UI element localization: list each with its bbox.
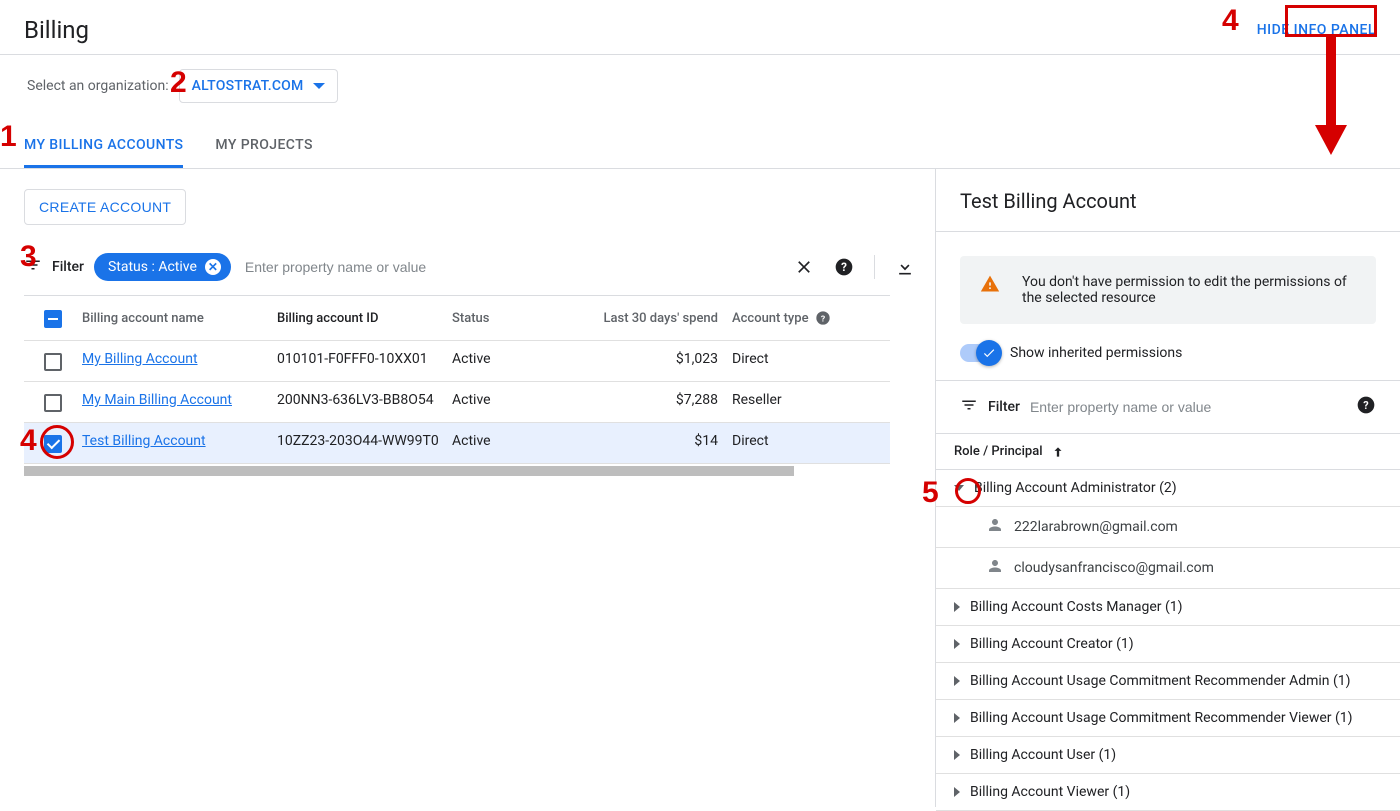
chevron-down-icon — [954, 485, 964, 491]
help-icon[interactable]: ? — [815, 310, 831, 326]
billing-accounts-table: Billing account name Billing account ID … — [24, 295, 890, 464]
account-spend: $1,023 — [582, 351, 732, 367]
col-spend[interactable]: Last 30 days' spend — [582, 311, 732, 326]
account-link[interactable]: My Main Billing Account — [82, 392, 232, 408]
sort-up-icon — [1051, 445, 1065, 459]
filter-chip-text: Status : Active — [108, 259, 197, 275]
row-checkbox[interactable] — [44, 394, 62, 412]
select-all-checkbox[interactable] — [44, 310, 62, 328]
tab-my-projects[interactable]: MY PROJECTS — [215, 127, 312, 168]
role-row[interactable]: Billing Account Creator (1) — [936, 626, 1400, 663]
role-label: Billing Account Administrator (2) — [974, 480, 1177, 496]
info-panel-title: Test Billing Account — [936, 169, 1400, 232]
account-type: Direct — [732, 351, 842, 367]
chevron-right-icon — [954, 676, 960, 686]
col-id[interactable]: Billing account ID — [277, 311, 452, 326]
role-filter-input[interactable] — [1030, 399, 1346, 415]
account-type: Direct — [732, 433, 842, 449]
role-label: Billing Account Costs Manager (1) — [970, 599, 1183, 615]
account-status: Active — [452, 433, 582, 449]
chevron-right-icon — [954, 750, 960, 760]
account-link[interactable]: Test Billing Account — [82, 433, 206, 449]
principal-email: 222larabrown@gmail.com — [1014, 519, 1178, 535]
role-label: Billing Account Viewer (1) — [970, 784, 1130, 800]
help-icon[interactable]: ? — [1356, 395, 1376, 419]
tab-my-billing-accounts[interactable]: MY BILLING ACCOUNTS — [24, 127, 183, 168]
role-label: Billing Account Usage Commitment Recomme… — [970, 673, 1351, 689]
role-row[interactable]: Billing Account Usage Commitment Recomme… — [936, 663, 1400, 700]
person-icon — [986, 516, 1004, 538]
role-row[interactable]: Billing Account User (1) — [936, 737, 1400, 774]
chip-remove-icon[interactable]: ✕ — [205, 259, 221, 275]
table-header: Billing account name Billing account ID … — [24, 296, 890, 341]
role-label: Billing Account User (1) — [970, 747, 1116, 763]
role-row[interactable]: Billing Account Administrator (2) — [936, 470, 1400, 507]
filter-label: Filter — [988, 399, 1020, 415]
row-checkbox[interactable] — [44, 435, 62, 453]
account-spend: $7,288 — [582, 392, 732, 408]
role-label: Billing Account Usage Commitment Recomme… — [970, 710, 1353, 726]
table-row: My Billing Account 010101-F0FFF0-10XX01 … — [24, 341, 890, 382]
org-select-value: ALTOSTRAT.COM — [192, 78, 304, 94]
col-status[interactable]: Status — [452, 311, 582, 326]
org-label: Select an organization: — [27, 78, 169, 94]
horizontal-scrollbar[interactable] — [24, 466, 794, 476]
show-inherited-toggle[interactable] — [960, 344, 998, 362]
org-select[interactable]: ALTOSTRAT.COM — [179, 69, 339, 103]
account-link[interactable]: My Billing Account — [82, 351, 198, 367]
filter-icon — [24, 256, 42, 278]
chevron-right-icon — [954, 602, 960, 612]
filter-icon — [960, 396, 978, 418]
account-spend: $14 — [582, 433, 732, 449]
role-row[interactable]: Billing Account Viewer (1) — [936, 774, 1400, 811]
role-row[interactable]: Billing Account Usage Commitment Recomme… — [936, 700, 1400, 737]
toggle-label: Show inherited permissions — [1010, 345, 1182, 361]
col-type[interactable]: Account type ? — [732, 310, 842, 326]
account-id: 010101-F0FFF0-10XX01 — [277, 351, 452, 367]
account-id: 10ZZ23-203O44-WW99T0 — [277, 433, 452, 449]
chevron-right-icon — [954, 713, 960, 723]
account-status: Active — [452, 351, 582, 367]
hide-info-panel-button[interactable]: HIDE INFO PANEL — [1257, 22, 1376, 38]
divider — [874, 255, 875, 279]
person-icon — [986, 557, 1004, 579]
role-label: Billing Account Creator (1) — [970, 636, 1134, 652]
download-icon[interactable] — [895, 257, 915, 277]
svg-text:?: ? — [1363, 399, 1368, 412]
svg-text:?: ? — [841, 260, 847, 274]
chevron-right-icon — [954, 639, 960, 649]
create-account-button[interactable]: CREATE ACCOUNT — [24, 189, 186, 225]
filter-label: Filter — [52, 259, 84, 275]
info-panel: Test Billing Account You don't have perm… — [935, 169, 1400, 807]
principal-row: 222larabrown@gmail.com — [936, 507, 1400, 548]
account-status: Active — [452, 392, 582, 408]
role-row[interactable]: Billing Account Costs Manager (1) — [936, 589, 1400, 626]
col-name[interactable]: Billing account name — [82, 311, 277, 326]
warning-icon — [980, 274, 1000, 299]
warning-text: You don't have permission to edit the pe… — [1022, 274, 1356, 306]
role-column-header[interactable]: Role / Principal — [936, 433, 1400, 470]
page-title: Billing — [24, 16, 89, 44]
table-row: Test Billing Account 10ZZ23-203O44-WW99T… — [24, 423, 890, 464]
filter-chip-status-active[interactable]: Status : Active ✕ — [94, 253, 231, 281]
account-id: 200NN3-636LV3-BB8O54 — [277, 392, 452, 408]
table-row: My Main Billing Account 200NN3-636LV3-BB… — [24, 382, 890, 423]
caret-down-icon — [313, 83, 325, 89]
svg-text:?: ? — [820, 314, 824, 324]
row-checkbox[interactable] — [44, 353, 62, 371]
filter-input[interactable] — [241, 253, 784, 281]
account-type: Reseller — [732, 392, 842, 408]
help-icon[interactable]: ? — [834, 257, 854, 277]
clear-icon[interactable] — [794, 257, 814, 277]
principal-email: cloudysanfrancisco@gmail.com — [1014, 560, 1214, 576]
permission-warning: You don't have permission to edit the pe… — [960, 256, 1376, 324]
principal-row: cloudysanfrancisco@gmail.com — [936, 548, 1400, 589]
